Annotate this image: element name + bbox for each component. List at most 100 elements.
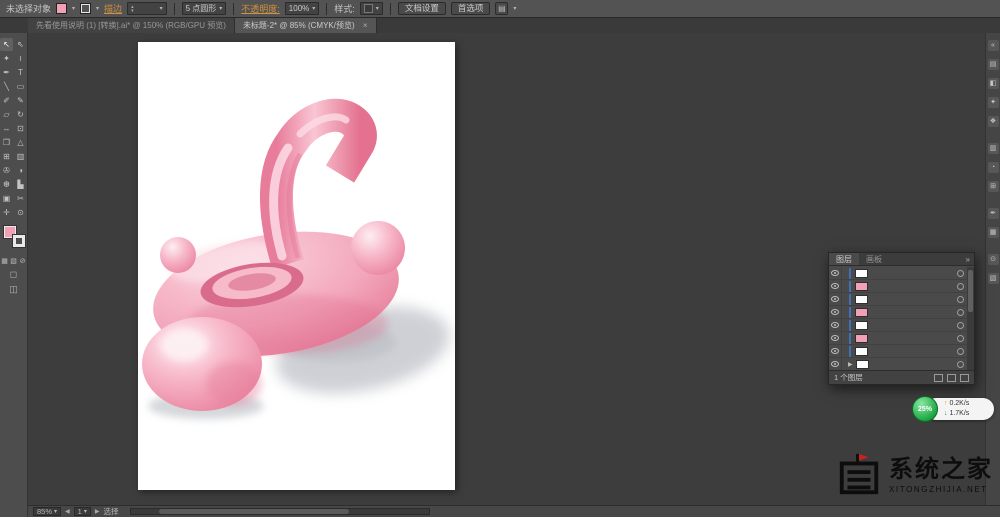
- fill-color-swatch[interactable]: [56, 3, 67, 14]
- graphic-styles-panel-icon[interactable]: ✒: [988, 208, 999, 219]
- color-panel-icon[interactable]: ▤: [988, 59, 999, 70]
- eyedropper-tool[interactable]: ✇: [0, 164, 13, 177]
- layers-panel-icon[interactable]: ▦: [988, 227, 999, 238]
- scrollbar-thumb[interactable]: [159, 509, 349, 514]
- layer-thumbnail[interactable]: [855, 269, 868, 278]
- zoom-level-combo[interactable]: 85% ▾: [33, 507, 61, 516]
- layer-thumbnail[interactable]: [856, 360, 869, 369]
- disclosure-triangle-icon[interactable]: ▶: [848, 361, 853, 368]
- document-tab-2[interactable]: 未标题-2* @ 85% (CMYK/预览) ×: [235, 18, 377, 33]
- appearance-panel-icon[interactable]: ⊞: [988, 181, 999, 192]
- battery-percent-badge[interactable]: 25%: [912, 396, 938, 422]
- next-artboard-icon[interactable]: ▶: [95, 508, 100, 515]
- stroke-panel-icon[interactable]: ▥: [988, 143, 999, 154]
- chevron-down-icon[interactable]: ▾: [54, 508, 57, 516]
- expand-panels-icon[interactable]: «: [988, 40, 999, 51]
- chevron-down-icon[interactable]: ▾: [84, 508, 87, 516]
- eraser-tool[interactable]: ▱: [0, 108, 13, 121]
- target-circle-icon[interactable]: [957, 361, 964, 368]
- preferences-button[interactable]: 首选项: [451, 2, 491, 15]
- style-combo[interactable]: ▾: [360, 2, 383, 15]
- layer-thumbnail[interactable]: [855, 282, 868, 291]
- target-circle-icon[interactable]: [957, 322, 964, 329]
- brushes-panel-icon[interactable]: ✦: [988, 97, 999, 108]
- target-circle-icon[interactable]: [957, 270, 964, 277]
- target-circle-icon[interactable]: [957, 283, 964, 290]
- prev-artboard-icon[interactable]: ◀: [65, 508, 70, 515]
- pen-tool[interactable]: ✒: [0, 66, 13, 79]
- layer-row[interactable]: ▶: [829, 358, 967, 370]
- brush-definition-combo[interactable]: 5 点圆形 ▾: [182, 2, 227, 15]
- stroke-color-swatch[interactable]: [80, 3, 91, 14]
- mesh-tool[interactable]: ⊞: [0, 150, 13, 163]
- magic-wand-tool[interactable]: ✦: [0, 52, 13, 65]
- gradient-tool[interactable]: ▥: [14, 150, 27, 163]
- chevron-down-icon[interactable]: ▾: [219, 5, 222, 12]
- layer-thumbnail[interactable]: [855, 347, 868, 356]
- visibility-eye-icon[interactable]: [831, 270, 839, 276]
- chevron-down-icon[interactable]: ▾: [376, 5, 379, 12]
- scrollbar-thumb[interactable]: [968, 270, 973, 312]
- layer-row[interactable]: [829, 332, 967, 345]
- chevron-down-icon[interactable]: ▾: [160, 5, 163, 12]
- artboard[interactable]: [138, 42, 455, 490]
- libraries-panel-icon[interactable]: ▧: [988, 273, 999, 284]
- stepper-arrows-icon[interactable]: ▴▾: [131, 5, 134, 13]
- visibility-eye-icon[interactable]: [831, 283, 839, 289]
- visibility-eye-icon[interactable]: [831, 335, 839, 341]
- gradient-button[interactable]: ▧: [10, 257, 18, 265]
- close-icon[interactable]: ×: [363, 21, 368, 30]
- shape-builder-tool[interactable]: ❒: [0, 136, 13, 149]
- align-options-icon[interactable]: ▤: [495, 2, 508, 15]
- make-clipping-mask-icon[interactable]: [934, 374, 943, 382]
- selection-tool[interactable]: ↖: [0, 38, 13, 51]
- visibility-eye-icon[interactable]: [831, 309, 839, 315]
- layer-row[interactable]: [829, 267, 967, 280]
- stroke-width-combo[interactable]: ▴▾ ▾: [127, 2, 167, 15]
- visibility-eye-icon[interactable]: [831, 348, 839, 354]
- none-button[interactable]: ⊘: [19, 257, 27, 265]
- chevron-down-icon[interactable]: ▾: [72, 5, 75, 12]
- pencil-tool[interactable]: ✎: [14, 94, 27, 107]
- hand-tool[interactable]: ✛: [0, 206, 13, 219]
- chevron-down-icon[interactable]: ▾: [312, 5, 315, 12]
- network-speed-widget[interactable]: 25% ↑ 0.2K/s ↓ 1.7K/s: [912, 396, 994, 422]
- stroke-panel-link[interactable]: 描边: [104, 2, 122, 15]
- width-tool[interactable]: ↔: [0, 122, 13, 135]
- artboard-tool[interactable]: ▣: [0, 192, 13, 205]
- new-layer-icon[interactable]: [947, 374, 956, 382]
- tab-artboards[interactable]: 画板: [859, 253, 889, 265]
- target-circle-icon[interactable]: [957, 348, 964, 355]
- layer-row[interactable]: [829, 345, 967, 358]
- layer-row[interactable]: [829, 306, 967, 319]
- type-tool[interactable]: T: [14, 66, 27, 79]
- line-segment-tool[interactable]: ╲: [0, 80, 13, 93]
- layer-row[interactable]: [829, 319, 967, 332]
- visibility-eye-icon[interactable]: [831, 322, 839, 328]
- symbols-panel-icon[interactable]: ❖: [988, 116, 999, 127]
- transparency-panel-icon[interactable]: ◔: [988, 162, 999, 173]
- opacity-combo[interactable]: 100% ▾: [285, 2, 319, 15]
- direct-selection-tool[interactable]: ⇖: [14, 38, 27, 51]
- brush-definition-value[interactable]: 5 点圆形: [186, 3, 217, 14]
- chevron-down-icon[interactable]: ▾: [513, 5, 516, 12]
- paintbrush-tool[interactable]: ✐: [0, 94, 13, 107]
- layer-thumbnail[interactable]: [855, 308, 868, 317]
- target-circle-icon[interactable]: [957, 296, 964, 303]
- opacity-label[interactable]: 不透明度:: [241, 2, 280, 15]
- document-setup-button[interactable]: 文档设置: [398, 2, 446, 15]
- free-transform-tool[interactable]: ⊡: [14, 122, 27, 135]
- layer-thumbnail[interactable]: [855, 334, 868, 343]
- chevron-down-icon[interactable]: ▾: [96, 5, 99, 12]
- opacity-value[interactable]: 100%: [289, 4, 309, 13]
- layer-row[interactable]: [829, 293, 967, 306]
- target-circle-icon[interactable]: [957, 309, 964, 316]
- tab-layers[interactable]: 图层: [829, 253, 859, 265]
- layer-row[interactable]: [829, 280, 967, 293]
- perspective-grid-tool[interactable]: △: [14, 136, 27, 149]
- horizontal-scrollbar[interactable]: [130, 508, 430, 515]
- column-graph-tool[interactable]: ▙: [14, 178, 27, 191]
- collapse-panel-icon[interactable]: »: [962, 253, 974, 265]
- blend-tool[interactable]: ◑: [14, 164, 27, 177]
- screen-mode-button[interactable]: ◫: [6, 284, 22, 295]
